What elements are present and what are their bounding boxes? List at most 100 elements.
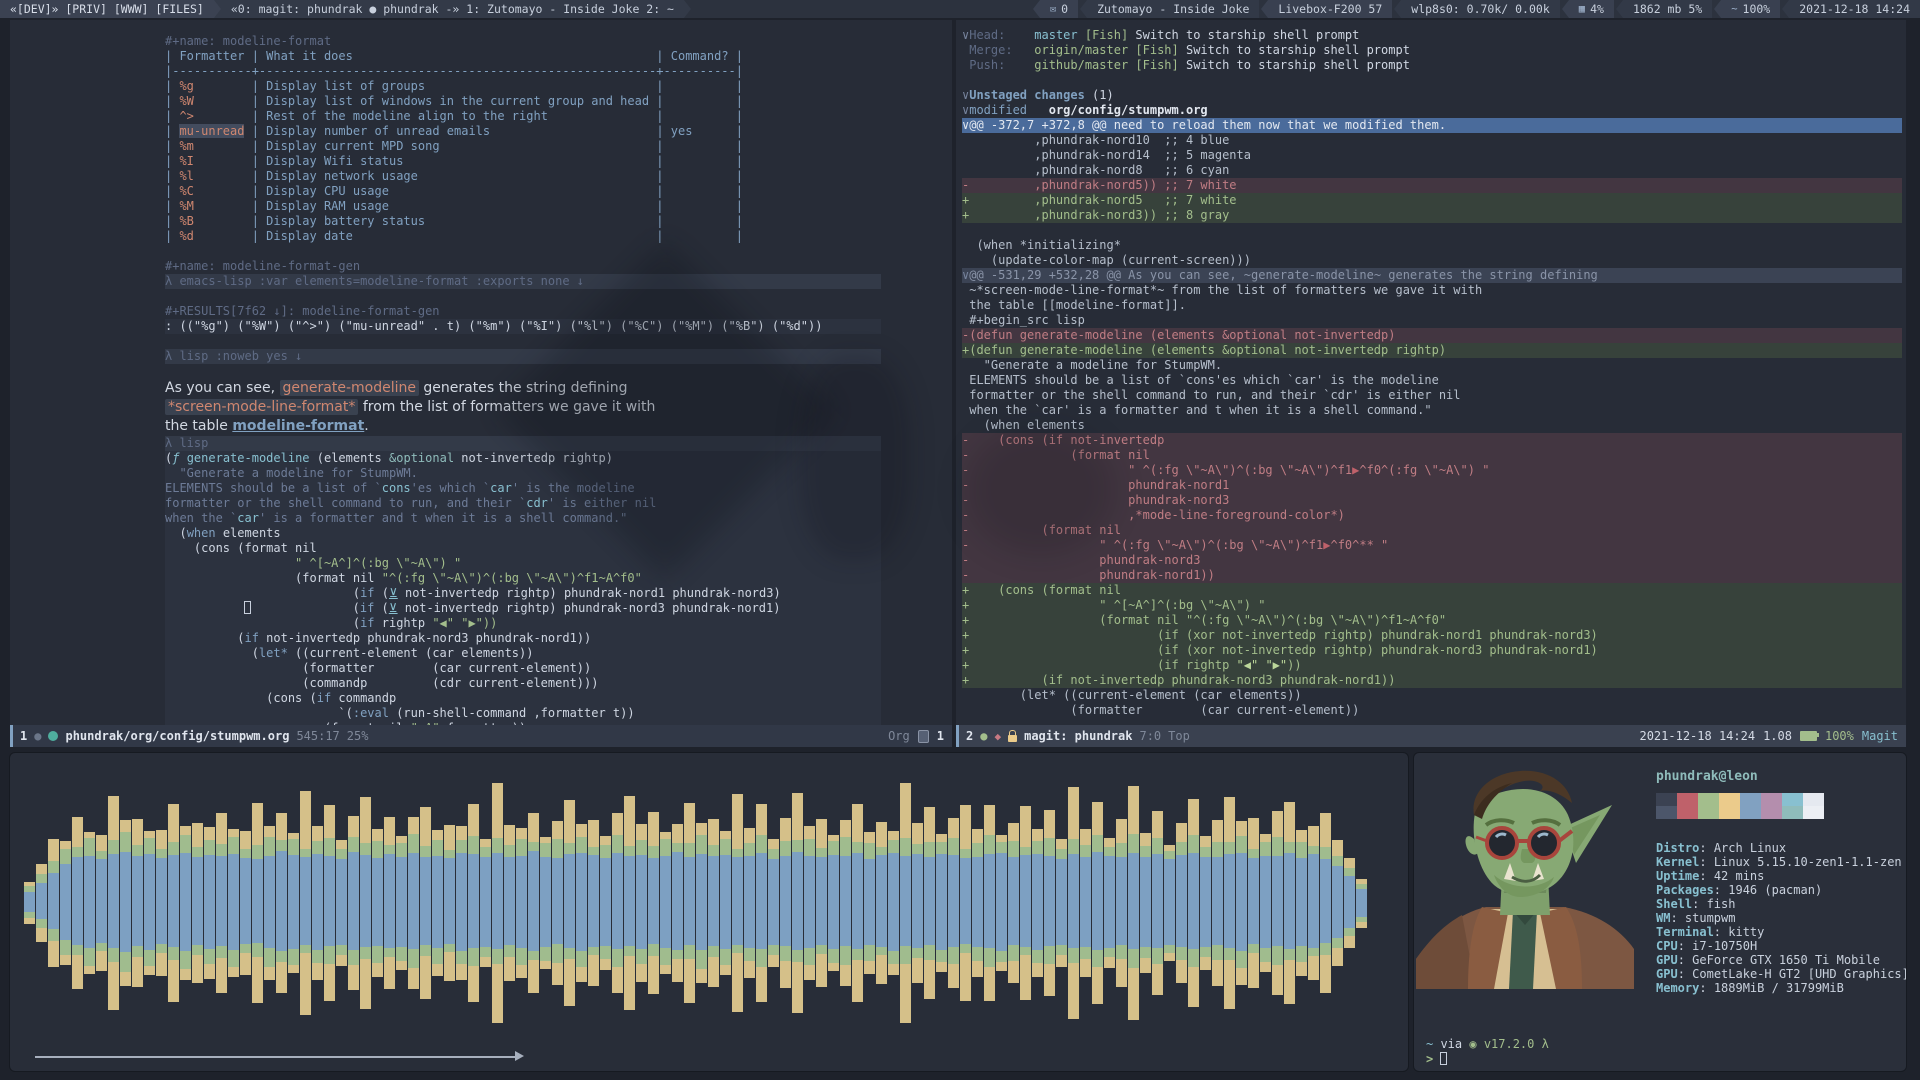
info-label: Terminal [1656,925,1714,939]
waveform-segment [36,883,47,919]
battery-percent: 100% [1824,729,1854,743]
waveform-segment [1164,859,1175,945]
buffer-name: magit: phundrak [1024,729,1133,743]
magit-line: - ,*mode-line-foreground-color*) [962,508,1902,523]
org-line: | %I | Display Wifi status | | [165,154,881,169]
waveform-bar [888,831,899,975]
waveform-segment [264,856,275,948]
palette-swatch [1803,806,1824,819]
waveform-segment [720,839,731,855]
waveform-segment [336,840,347,849]
waveform-segment [1152,964,1163,995]
magit-line[interactable]: ∨Head: master [Fish] Switch to starship … [962,28,1902,43]
waveform-segment [1212,820,1223,842]
waveform-segment [1260,834,1271,842]
magit-line[interactable]: ∨Unstaged changes (1) [962,88,1902,103]
waveform-segment [972,947,983,961]
waveform-bar [1200,836,1211,970]
text-segment: | [735,79,744,93]
waveform-segment [876,847,887,855]
waveform-segment [228,967,239,977]
waveform-segment [132,957,143,987]
text-segment: Display list of groups [266,79,657,93]
waveform-segment [1104,856,1115,948]
magit-line[interactable]: ∨@@ -372,7 +372,8 @@ need to reload them… [962,118,1902,133]
waveform-segment [132,845,143,856]
waveform-bar [1320,813,1331,993]
text-segment: "Generate a modeline for StumpWM. [962,358,1223,372]
waveform-bar [1140,833,1151,973]
window-list[interactable]: «0: magit: phundrak ● phundrak -» 1: Zut… [220,0,684,18]
waveform-bar [468,804,479,1002]
magit-line[interactable]: ∨modified org/config/stumpwm.org [962,103,1902,118]
waveform-segment [204,840,215,855]
waveform-segment [732,794,743,849]
text-segment: | [251,229,267,243]
org-line: (when elements [165,526,881,541]
magit-line[interactable]: ∨@@ -531,29 +532,28 @@ As you can see, ~… [962,268,1902,283]
info-value: i7-10750H [1692,939,1758,953]
waveform-bar [1080,829,1091,977]
fetch-terminal-window[interactable]: phundrak@leon Distro: Arch Linux Kernel: … [1414,753,1906,1071]
shell-prompt[interactable]: ~ via ◉ v17.2.0 λ > [1426,1037,1549,1067]
waveform-segment [1092,802,1103,835]
waveform-segment [552,944,563,963]
powerline-separator-icon [1032,0,1040,18]
text-segment: "Generate a modeline for StumpWM. [165,466,418,480]
waveform-segment [636,964,647,982]
waveform-segment [1140,846,1151,857]
org-buffer-window[interactable]: #+name: modeline-format | Formatter | Wha… [10,20,952,725]
org-buffer-content: #+name: modeline-format | Formatter | Wha… [165,34,881,725]
text-segment: | [165,49,180,63]
visualizer-terminal-window[interactable] [10,753,1408,1071]
waveform-segment [168,804,179,842]
waveform-segment [1008,841,1019,857]
waveform-segment [1140,833,1151,846]
waveform-bar [624,796,635,1010]
org-line: As you can see, generate-modeline genera… [165,379,881,398]
waveform-segment [1092,835,1103,852]
magit-buffer-window[interactable]: ∨Head: master [Fish] Switch to starship … [956,20,1906,725]
text-segment: ( [374,601,389,615]
magit-line: + (if (xor not-invertedp rightp) phundra… [962,643,1902,658]
waveform-segment [1272,946,1283,965]
system-info-row: GPU: GeForce GTX 1650 Ti Mobile [1656,953,1900,967]
waveform-segment [228,950,239,967]
org-line: formatter or the shell command to run, a… [165,496,881,511]
waveform-segment [444,952,455,981]
waveform-bar [312,826,323,980]
waveform-segment [372,963,383,977]
waveform-bar [1188,799,1199,1007]
text-segment: master [1034,28,1078,42]
waveform-segment [768,839,779,849]
waveform-segment [336,945,347,955]
org-line: " ^[~A^]^(:bg \"~A\") " [165,556,881,571]
text-segment: | [251,199,267,213]
org-link[interactable]: modeline-format [232,418,364,434]
org-line: when the `car' is a formatter and t when… [165,511,881,526]
waveform-segment [96,851,107,859]
waveform-segment [60,849,71,864]
waveform-segment [924,857,935,945]
waveform-bar [552,821,563,985]
magit-line: + ,phundrak-nord5 ;; 7 white [962,193,1902,208]
tray-text: Zutomayo - Inside Joke [1097,2,1250,16]
waveform-segment [1152,838,1163,854]
info-value: 42 mins [1713,869,1765,883]
palette-row [1656,793,1824,806]
waveform-segment [1236,821,1247,836]
waveform-segment [816,857,827,945]
magit-line: (when elements [962,418,1902,433]
text-segment [671,79,736,93]
waveform-segment [1260,856,1271,948]
text-segment: %M [179,199,252,213]
waveform-segment [348,950,359,965]
waveform-segment [480,957,491,967]
text-segment: ⊻ [388,586,398,600]
text-segment: cons [381,481,411,495]
system-info-row: Packages: 1946 (pacman) [1656,883,1900,897]
text-segment: | [251,184,267,198]
text-segment: : (("%g") ("%W") ("^>") ("mu-unread" . t… [165,319,823,333]
group-list[interactable]: «[DEV]» [PRIV] [WWW] [FILES] [0,0,214,18]
text-segment: | [251,79,267,93]
